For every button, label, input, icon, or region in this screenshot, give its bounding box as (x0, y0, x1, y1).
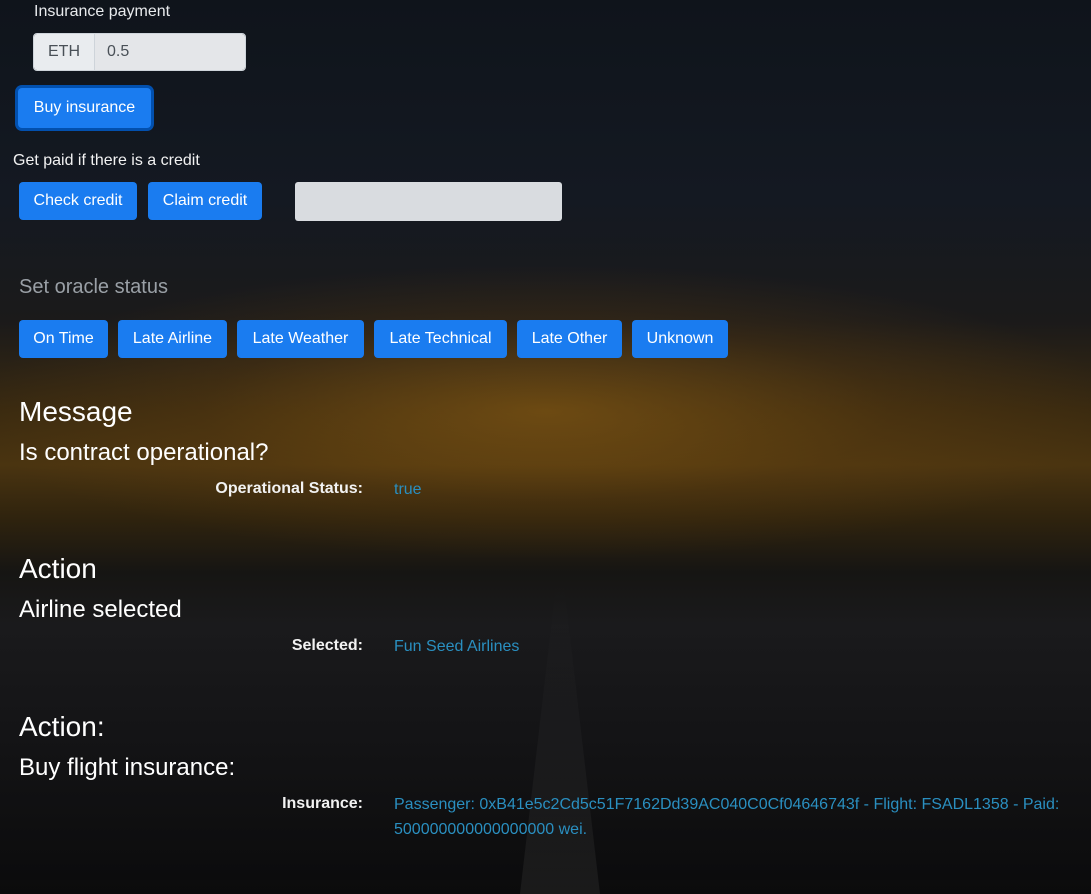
oracle-on-time-button[interactable]: On Time (19, 320, 108, 358)
insurance-amount-input-group: ETH 0.5 (33, 33, 246, 71)
check-credit-button[interactable]: Check credit (19, 182, 137, 220)
oracle-late-technical-button[interactable]: Late Technical (374, 320, 507, 358)
message-subheading: Is contract operational? (19, 439, 269, 466)
runway-background (520, 585, 600, 894)
oracle-late-airline-button[interactable]: Late Airline (118, 320, 227, 358)
selected-airline-value: Fun Seed Airlines (394, 638, 520, 655)
currency-prefix: ETH (34, 34, 95, 70)
oracle-late-weather-button[interactable]: Late Weather (237, 320, 364, 358)
operational-status-label: Operational Status: (215, 480, 363, 497)
action-heading: Action: (19, 711, 105, 742)
insurance-label: Insurance: (282, 795, 363, 812)
action-heading: Action (19, 553, 97, 584)
claim-credit-button[interactable]: Claim credit (148, 182, 262, 220)
selected-airline-label: Selected: (291, 637, 363, 654)
insurance-amount-input[interactable]: 0.5 (95, 34, 245, 70)
oracle-status-title: Set oracle status (19, 276, 168, 298)
insurance-value-line: Passenger: 0xB41e5c2Cd5c51F7162Dd39AC040… (394, 796, 1060, 813)
action-subheading: Airline selected (19, 596, 182, 623)
insurance-value: Passenger: 0xB41e5c2Cd5c51F7162Dd39AC040… (394, 792, 1059, 842)
operational-status-value: true (394, 481, 422, 498)
oracle-late-other-button[interactable]: Late Other (517, 320, 622, 358)
action-subheading: Buy flight insurance: (19, 754, 236, 781)
oracle-unknown-button[interactable]: Unknown (632, 320, 728, 358)
buy-insurance-button[interactable]: Buy insurance (18, 88, 151, 128)
insurance-payment-label: Insurance payment (34, 3, 171, 20)
credit-label: Get paid if there is a credit (13, 152, 200, 169)
insurance-value-line: 500000000000000000 wei. (394, 821, 588, 838)
credit-amount-field[interactable] (295, 182, 562, 221)
message-heading: Message (19, 396, 133, 427)
